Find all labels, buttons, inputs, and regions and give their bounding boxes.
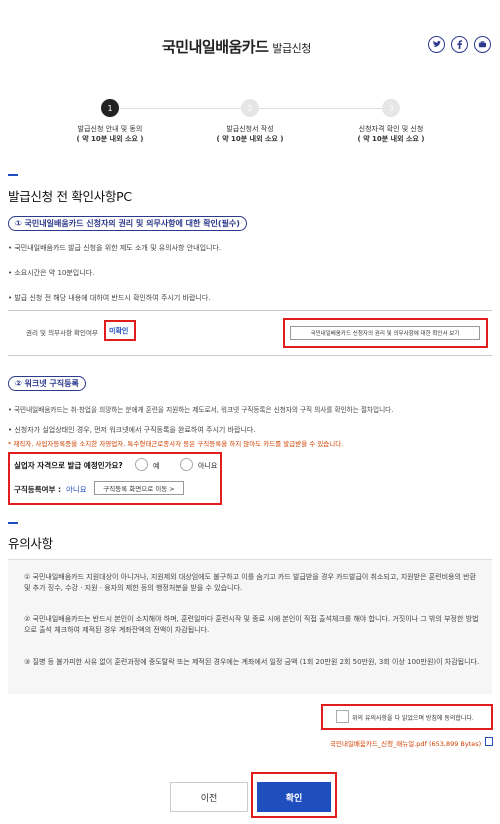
step-2-title: 발급신청서 작성 (226, 125, 274, 133)
step-3-label: 신청자격 확인 및 신청 ( 약 10분 내외 소요 ) (326, 124, 456, 144)
title-sub: 발급신청 (272, 42, 311, 55)
section-1-marker (8, 174, 18, 176)
page-header: 국민내일배움카드 발급신청 (0, 0, 500, 90)
progress-steps: 1 2 3 발급신청 안내 및 동의 ( 약 10분 내외 소요 ) 발급신청서 … (0, 96, 500, 156)
step-1-time: ( 약 10분 내외 소요 ) (76, 135, 144, 143)
page-title: 국민내일배움카드 발급신청 (162, 36, 311, 57)
step-3-time: ( 약 10분 내외 소요 ) (357, 135, 425, 143)
no-label: 아니요 (198, 462, 218, 470)
registration-status: 아니요 (66, 485, 87, 494)
unemployed-question: 실업자 자격으로 발급 예정인가요? (14, 461, 123, 470)
rights-duties-pill: ① 국민내일배움카드 신청자의 권리 및 의무사항에 대한 확인(필수) (8, 216, 247, 231)
section-2-warning: * 재직자, 사업자등록증을 소지한 자영업자, 특수형태근로종사자 등은 구직… (8, 440, 344, 448)
download-icon[interactable] (485, 737, 493, 746)
go-registration-button[interactable]: 구직등록 화면으로 이동 > (94, 481, 184, 495)
section-3-heading: 유의사항 (8, 536, 53, 551)
step-2-circle: 2 (241, 99, 259, 117)
confirm-status: 미확인 (109, 327, 129, 335)
registration-label: 구직등록여부 : (14, 485, 62, 494)
notice-item-2: ② 국민내일배움카드는 반드시 본인이 소지해야 하며, 훈련일마다 훈련시작 … (24, 615, 479, 634)
pdf-filename: 국민내일배움카드_신청_매뉴얼.pdf (330, 740, 427, 748)
agree-checkbox[interactable] (336, 710, 349, 723)
section-1-heading: 발급신청 전 확인사항PC (8, 189, 132, 204)
step-1-label: 발급신청 안내 및 동의 ( 약 10분 내외 소요 ) (45, 124, 175, 144)
step-2-time: ( 약 10분 내외 소요 ) (216, 135, 284, 143)
section-2-bullet-2: • 신청자가 실업상태인 경우, 먼저 워크넷에서 구직등록을 완료하여 주시기… (8, 426, 256, 434)
share-icon[interactable] (474, 36, 491, 53)
step-1-title: 발급신청 안내 및 동의 (77, 125, 143, 133)
step-2-label: 발급신청서 작성 ( 약 10분 내외 소요 ) (185, 124, 315, 144)
prev-button[interactable]: 이전 (170, 782, 248, 812)
confirm-button[interactable]: 확인 (257, 782, 331, 812)
section-1-bullet-2: • 소요시간은 약 10분입니다. (8, 269, 95, 277)
step-3-title: 신청자격 확인 및 신청 (358, 125, 424, 133)
title-main: 국민내일배움카드 (162, 38, 269, 56)
yes-label: 예 (153, 462, 160, 470)
no-radio[interactable] (180, 458, 193, 471)
manual-download-link[interactable]: 국민내일배움카드_신청_매뉴얼.pdf (653,899 Bytes) (330, 738, 481, 748)
facebook-icon[interactable] (451, 36, 468, 53)
section-1-bullet-1: • 국민내일배움카드 발급 신청을 위한 제도 소개 및 유의사항 안내입니다. (8, 244, 222, 252)
notice-item-3: ③ 질병 등 불가피한 사유 없이 훈련과정에 중도탈락 또는 제적된 경우에는… (24, 658, 480, 666)
confirm-label: 권리 및 의무사항 확인여부 (26, 329, 98, 337)
worknet-pill: ② 워크넷 구직등록 (8, 376, 86, 391)
twitter-icon[interactable] (428, 36, 445, 53)
step-3-circle: 3 (382, 99, 400, 117)
notice-item-1: ① 국민내일배움카드 지원대상이 아니거나, 지원제외 대상임에도 불구하고 이… (24, 573, 477, 592)
section-1-bullet-3: • 발급 신청 전 해당 내용에 대하여 반드시 확인하여 주시기 바랍니다. (8, 294, 211, 302)
section-3-marker (8, 522, 18, 524)
view-rights-button[interactable]: 국민내일배움카드 신청자의 권리 및 의무사항에 대한 확인서 보기 (290, 326, 480, 340)
agree-label: 위의 유의사항을 다 읽었으며 방침에 동의합니다. (352, 715, 474, 722)
section-2-bullet-1: • 국민내일배움카드는 취·창업을 희망하는 분에게 훈련을 지원하는 제도로서… (8, 406, 394, 414)
step-1-circle: 1 (101, 99, 119, 117)
yes-radio[interactable] (135, 458, 148, 471)
notice-box: ① 국민내일배움카드 지원대상이 아니거나, 지원제외 대상임에도 불구하고 이… (8, 559, 492, 694)
pdf-size: (653,899 Bytes) (428, 740, 482, 748)
